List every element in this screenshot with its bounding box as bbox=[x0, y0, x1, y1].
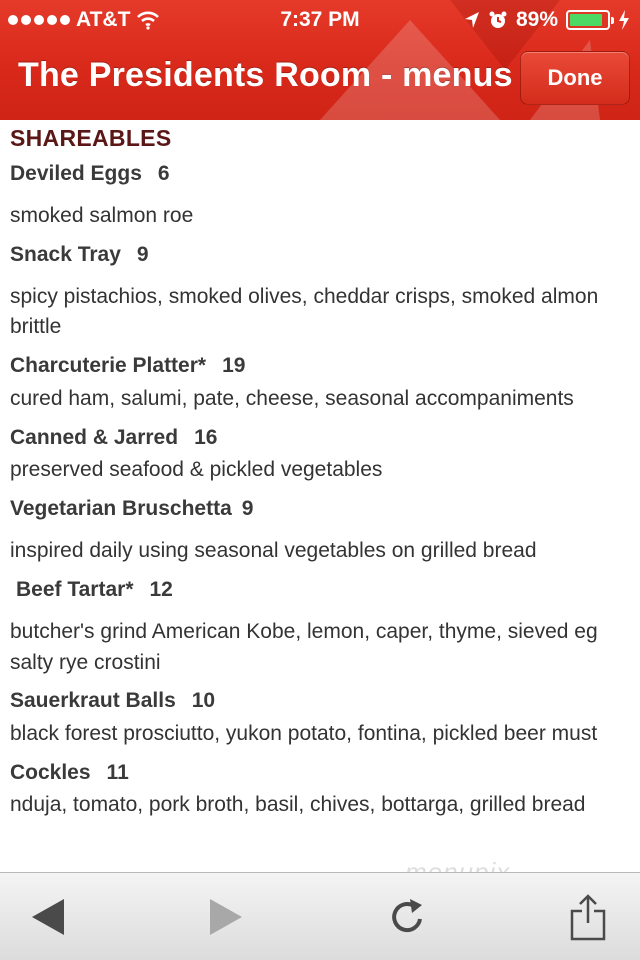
charging-bolt-icon bbox=[619, 10, 629, 30]
battery-percent: 89% bbox=[515, 8, 558, 31]
menu-item-description: inspired daily using seasonal vegetables… bbox=[10, 539, 537, 562]
battery-level bbox=[570, 14, 603, 26]
menu-item-price: 11 bbox=[106, 761, 129, 784]
menu-item-name: Sauerkraut Balls 10 bbox=[10, 689, 215, 713]
menu-item-price: 10 bbox=[191, 689, 216, 712]
share-icon bbox=[570, 894, 606, 941]
status-bar: AT&T 7:37 PM 89% bbox=[0, 0, 640, 40]
menu-item-description: cured ham, salumi, pate, cheese, seasona… bbox=[10, 387, 574, 410]
menu-item-title: Charcuterie Platter* bbox=[10, 354, 207, 377]
menu-item-price: 9 bbox=[241, 497, 254, 520]
menu-item-price: 12 bbox=[149, 578, 173, 601]
menu-item-price: 6 bbox=[157, 162, 170, 185]
location-arrow-icon bbox=[464, 12, 479, 28]
bottom-toolbar bbox=[0, 872, 640, 960]
done-button[interactable]: Done bbox=[520, 51, 630, 105]
battery-icon bbox=[566, 10, 614, 30]
menu-item-name: Beef Tartar* 12 bbox=[16, 578, 173, 602]
section-title: SHAREABLES bbox=[10, 125, 172, 151]
menu-item-price: 16 bbox=[194, 426, 218, 449]
reload-icon bbox=[392, 899, 422, 932]
menu-item-description: salty rye crostini bbox=[10, 651, 161, 674]
menu-item-description: brittle bbox=[10, 315, 62, 338]
menu-item-name: Snack Tray 9 bbox=[10, 243, 149, 267]
menu-item-title: Deviled Eggs bbox=[10, 162, 142, 185]
menu-item-title: Cockles bbox=[10, 761, 91, 784]
menu-item-description: smoked salmon roe bbox=[10, 204, 194, 227]
menu-item-name: Charcuterie Platter* 19 bbox=[10, 354, 245, 378]
menu-item-price: 9 bbox=[136, 243, 149, 266]
menu-content[interactable]: SHAREABLES Deviled Eggs 6 smoked salmon r… bbox=[0, 120, 640, 872]
menu-item-description: black forest prosciutto, yukon potato, f… bbox=[10, 722, 598, 745]
top-bar: AT&T 7:37 PM 89% The Presidents Room - m… bbox=[0, 0, 640, 120]
reload-button[interactable] bbox=[380, 891, 436, 943]
menu-item-title: Canned & Jarred bbox=[10, 426, 179, 449]
menu-item-description: spicy pistachios, smoked olives, cheddar… bbox=[10, 285, 599, 308]
menu-item-title: Sauerkraut Balls bbox=[10, 689, 176, 712]
menu-item-title: Vegetarian Bruschetta bbox=[10, 497, 232, 520]
menu-item-title: Snack Tray bbox=[10, 243, 121, 266]
back-button[interactable] bbox=[20, 891, 76, 943]
alarm-icon bbox=[489, 11, 507, 28]
page-title: The Presidents Room - menus bbox=[18, 56, 513, 94]
forward-button[interactable] bbox=[198, 891, 254, 943]
menu-item-price: 19 bbox=[222, 354, 246, 377]
menu-item-description: butcher's grind American Kobe, lemon, ca… bbox=[10, 620, 598, 643]
menu-item-description: preserved seafood & pickled vegetables bbox=[10, 458, 383, 481]
menu-item-description: nduja, tomato, pork broth, basil, chives… bbox=[10, 793, 586, 816]
menu-item-name: Cockles 11 bbox=[10, 761, 129, 785]
menu-item-name: Canned & Jarred 16 bbox=[10, 426, 217, 450]
share-button[interactable] bbox=[560, 891, 616, 943]
menu-item-title: Beef Tartar* bbox=[16, 578, 134, 601]
menu-item-name: Deviled Eggs 6 bbox=[10, 162, 170, 186]
menu-item-name: Vegetarian Bruschetta 9 bbox=[10, 497, 253, 521]
back-arrow-icon bbox=[32, 899, 64, 935]
forward-arrow-icon bbox=[210, 899, 242, 935]
